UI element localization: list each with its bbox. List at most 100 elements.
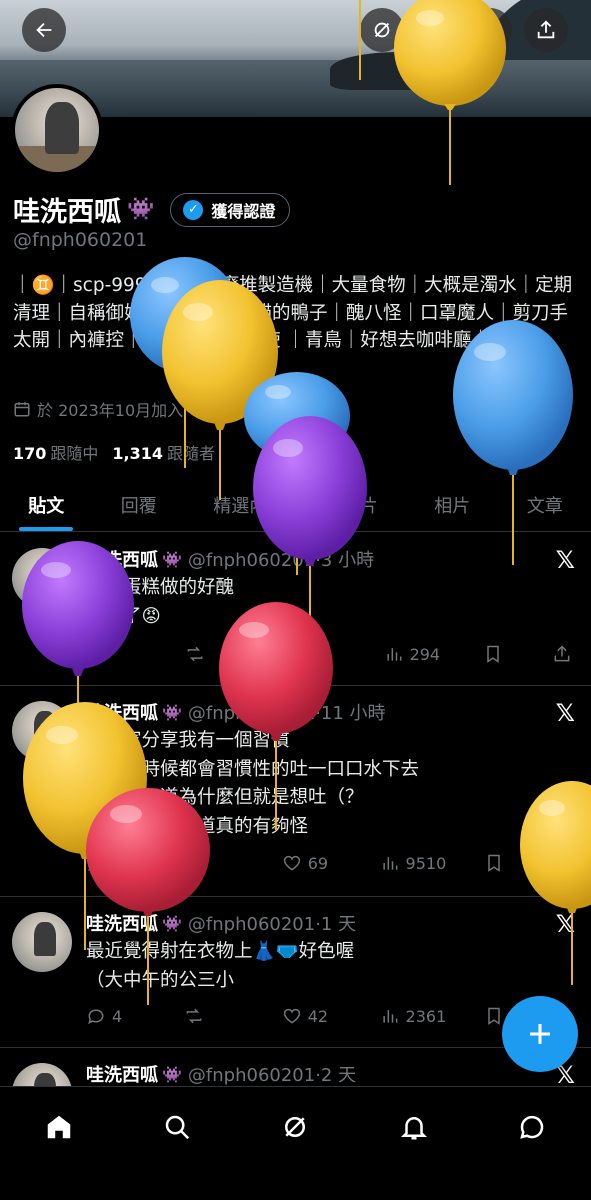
post-author-name[interactable]: 哇洗西呱 (86, 1061, 158, 1086)
post-meta: @fnph060201·11 小時 (187, 703, 386, 724)
followers-count: 1,314 (112, 444, 164, 463)
views-button[interactable]: 2361 (380, 1006, 447, 1026)
avatar-figure (45, 102, 79, 154)
grok-button[interactable] (360, 8, 404, 52)
following-link[interactable]: 170 跟隨中 (13, 440, 98, 464)
profile-avatar[interactable] (11, 84, 103, 176)
notifications-bell-icon (400, 1117, 427, 1140)
views-button[interactable]: 9510 (380, 853, 446, 873)
repost-icon (186, 855, 202, 871)
views-chart-icon (382, 1010, 397, 1023)
verify-label: 獲得認證 (211, 201, 276, 221)
post-avatar[interactable] (12, 548, 72, 608)
x-logo-icon[interactable]: 𝕏 (556, 699, 575, 727)
views-count: 294 (409, 644, 441, 664)
share-icon (537, 20, 555, 39)
post-line: 不拍了😡 (86, 605, 161, 627)
repost-button[interactable] (185, 644, 245, 664)
profile-tabs: 貼文 回覆 精選內容 影片 相片 文章 (0, 480, 591, 532)
search-icon (427, 21, 445, 39)
nav-messages[interactable] (510, 1105, 554, 1149)
like-count: 69 (307, 853, 329, 873)
post-author-name[interactable]: 哇洗西呱 (86, 910, 158, 936)
nav-home[interactable] (37, 1105, 81, 1149)
back-button[interactable] (22, 8, 66, 52)
tab-posts[interactable]: 貼文 (0, 480, 93, 531)
post-item[interactable]: 哇洗西呱 👾 @fnph060201·3 小時 𝕏 今年蛋糕做的好醜 不拍了😡 … (0, 534, 591, 686)
nav-grok[interactable] (273, 1105, 317, 1149)
post-actions: 32 69 9510 (86, 853, 576, 873)
post-line: （大中午的公三小 (86, 969, 235, 991)
like-count: 42 (307, 1006, 329, 1026)
post-meta: @fnph060201·1 天 (187, 914, 357, 935)
repost-icon (186, 1008, 202, 1024)
search-button[interactable] (414, 8, 458, 52)
reply-button[interactable]: 4 (86, 1006, 146, 1026)
avatar-figure (34, 711, 56, 745)
like-button[interactable]: 69 (282, 853, 342, 873)
heart-icon (283, 1008, 300, 1024)
nav-search[interactable] (155, 1105, 199, 1149)
post-avatar[interactable] (12, 1063, 72, 1086)
joined-date: 於 2023年10月加入 (13, 397, 183, 421)
like-button[interactable]: 8 (284, 644, 344, 664)
bookmark-icon (487, 645, 499, 663)
avatar-figure (34, 922, 56, 956)
reply-button[interactable] (86, 644, 146, 664)
nav-notifications[interactable] (392, 1105, 436, 1149)
reply-count: 4 (112, 1006, 123, 1026)
bottom-navigation (0, 1086, 591, 1200)
reply-count: 32 (112, 853, 133, 873)
post-meta: @fnph060201·2 天 (187, 1065, 357, 1086)
like-button[interactable]: 42 (282, 1006, 342, 1026)
profile-handle: @fnph060201 (13, 229, 148, 251)
x-logo-icon[interactable]: 𝕏 (556, 910, 575, 938)
post-meta: @fnph060201·3 小時 (187, 550, 375, 571)
tab-videos[interactable]: 影片 (314, 480, 407, 531)
post-author-emoji: 👾 (162, 549, 182, 569)
post-header: 哇洗西呱 👾 @fnph060201·2 天 (86, 1061, 357, 1087)
x-logo-icon[interactable]: 𝕏 (556, 546, 575, 574)
post-line: 最近覺得射在衣物上👗🩲好色喔 (86, 941, 355, 962)
post-line: 我也不知道為什麼但就是想吐（？ (86, 787, 364, 808)
post-author-name[interactable]: 哇洗西呱 (86, 546, 158, 572)
profile-bio: ｜♊️｜scp-999｜照騙｜廢推製造機｜大量食物｜大概是濁水｜定期清理｜自稱御… (13, 275, 573, 351)
verified-badge-icon: ✓ (183, 199, 204, 220)
reply-button[interactable]: 32 (86, 853, 146, 873)
compose-button[interactable] (502, 996, 578, 1072)
post-item[interactable]: 哇洗西呱 👾 @fnph060201·2 天 𝕏 (0, 1049, 591, 1086)
edit-button[interactable] (468, 8, 512, 52)
banner-rock (330, 52, 480, 90)
get-verified-button[interactable]: ✓ 獲得認證 (170, 192, 291, 227)
followers-link[interactable]: 1,314 跟隨者 (112, 440, 215, 464)
post-text: 跟大家分享我有一個習慣 尿尿的時候都會習慣性的吐一口口水下去 我也不知道為什麼但… (86, 727, 419, 841)
home-icon (47, 1115, 71, 1139)
joined-text: 於 2023年10月加入 (37, 401, 184, 420)
share-icon (554, 854, 570, 871)
plus-icon (530, 1024, 550, 1044)
share-button[interactable] (524, 8, 568, 52)
tab-highlights[interactable]: 精選內容 (185, 480, 314, 531)
tab-photos[interactable]: 相片 (406, 480, 499, 531)
share-post-button[interactable] (552, 644, 576, 664)
repost-button[interactable] (184, 853, 244, 873)
tab-replies[interactable]: 回覆 (93, 480, 186, 531)
repost-button[interactable] (184, 1006, 244, 1026)
alien-emoji: 👾 (127, 197, 155, 222)
reply-icon (88, 647, 104, 663)
tab-articles[interactable]: 文章 (499, 480, 591, 531)
display-name: 哇洗西呱 (13, 197, 121, 228)
followers-label: 跟隨者 (167, 444, 216, 463)
post-avatar[interactable] (12, 701, 72, 761)
bookmark-button[interactable] (484, 853, 514, 873)
post-line: 應該沒人想知道真的有夠怪 (86, 815, 309, 837)
post-actions: 8 294 (86, 644, 576, 664)
post-author-name[interactable]: 哇洗西呱 (86, 699, 158, 725)
share-post-button[interactable] (552, 853, 576, 873)
post-item[interactable]: 哇洗西呱 👾 @fnph060201·11 小時 𝕏 跟大家分享我有一個習慣 尿… (0, 687, 591, 897)
post-author-emoji: 👾 (162, 1064, 182, 1084)
bookmark-button[interactable] (483, 644, 513, 664)
views-button[interactable]: 294 (384, 644, 444, 664)
views-count: 2361 (405, 1006, 447, 1026)
post-avatar[interactable] (12, 912, 72, 972)
